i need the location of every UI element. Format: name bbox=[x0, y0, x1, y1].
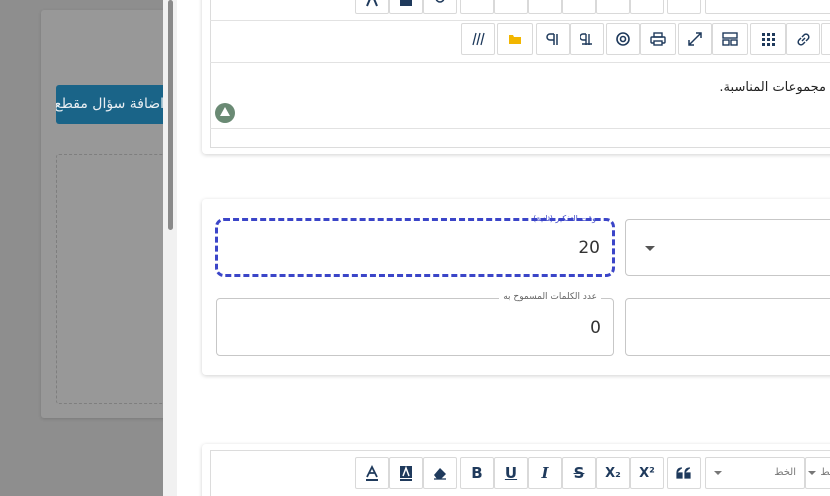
strike-button-top[interactable] bbox=[562, 0, 596, 14]
underline-button[interactable]: U bbox=[494, 457, 528, 489]
type-select[interactable] bbox=[625, 219, 830, 276]
secondary-field[interactable] bbox=[625, 298, 830, 356]
chevron-down-icon bbox=[645, 246, 655, 251]
font-color-button[interactable] bbox=[355, 0, 389, 14]
font-color-icon[interactable] bbox=[355, 457, 389, 489]
font-family-select[interactable]: الخط bbox=[705, 457, 805, 489]
font-select-top[interactable] bbox=[705, 0, 830, 14]
font-family-select-label: الخط bbox=[774, 467, 796, 478]
strikethrough-button[interactable]: S bbox=[562, 457, 596, 489]
underline-button-top[interactable] bbox=[494, 0, 528, 14]
superscript-button[interactable]: X² bbox=[630, 457, 664, 489]
template-icon[interactable] bbox=[712, 23, 748, 55]
paragraph-ltr-icon[interactable] bbox=[570, 23, 604, 55]
link-button[interactable] bbox=[821, 23, 830, 55]
scrollbar[interactable] bbox=[163, 0, 177, 496]
show-blocks-icon[interactable] bbox=[461, 23, 495, 55]
allowed-words-value[interactable]: 0 bbox=[590, 318, 601, 338]
bold-button[interactable]: B bbox=[460, 457, 494, 489]
paragraph-rtl-icon[interactable] bbox=[536, 23, 570, 55]
editor-status-divider bbox=[210, 128, 830, 129]
add-question-button[interactable]: اضافة سؤال مقطع bbox=[56, 85, 180, 124]
background-color-button[interactable] bbox=[389, 0, 423, 14]
subscript-button-top[interactable] bbox=[596, 0, 630, 14]
allowed-words-field[interactable]: عدد الكلمات المسموح به 0 bbox=[216, 292, 614, 356]
eraser-icon[interactable] bbox=[423, 457, 457, 489]
blockquote-icon[interactable] bbox=[667, 457, 701, 489]
chevron-down-icon bbox=[808, 471, 816, 475]
bold-button-top[interactable] bbox=[460, 0, 494, 14]
italic-button-top[interactable] bbox=[528, 0, 562, 14]
background-color-icon[interactable] bbox=[389, 457, 423, 489]
editor-content-text[interactable]: مجموعات المناسبة. bbox=[560, 80, 830, 95]
scrollbar-thumb[interactable] bbox=[168, 0, 173, 230]
font-size-select[interactable]: خط bbox=[805, 457, 830, 489]
table-icon[interactable] bbox=[750, 23, 786, 55]
folder-icon[interactable] bbox=[497, 23, 533, 55]
italic-button[interactable]: I bbox=[528, 457, 562, 489]
mention-icon[interactable] bbox=[606, 23, 640, 55]
drop-zone bbox=[56, 154, 180, 404]
remove-format-button[interactable] bbox=[423, 0, 457, 14]
fullscreen-icon[interactable] bbox=[678, 23, 712, 55]
font-size-select-label: خط bbox=[820, 467, 830, 478]
superscript-button-top[interactable] bbox=[630, 0, 664, 14]
allowed-words-label: عدد الكلمات المسموح به bbox=[499, 292, 601, 302]
focus-ring bbox=[215, 218, 615, 277]
unlink-icon[interactable] bbox=[786, 23, 820, 55]
chevron-down-icon bbox=[714, 471, 722, 475]
grammar-checker-icon[interactable] bbox=[215, 103, 235, 123]
print-icon[interactable] bbox=[640, 23, 676, 55]
toolbar-divider bbox=[210, 20, 830, 21]
subscript-button[interactable]: X₂ bbox=[596, 457, 630, 489]
blockquote-button-top[interactable] bbox=[667, 0, 701, 14]
toolbar-bottom-border bbox=[210, 62, 830, 63]
